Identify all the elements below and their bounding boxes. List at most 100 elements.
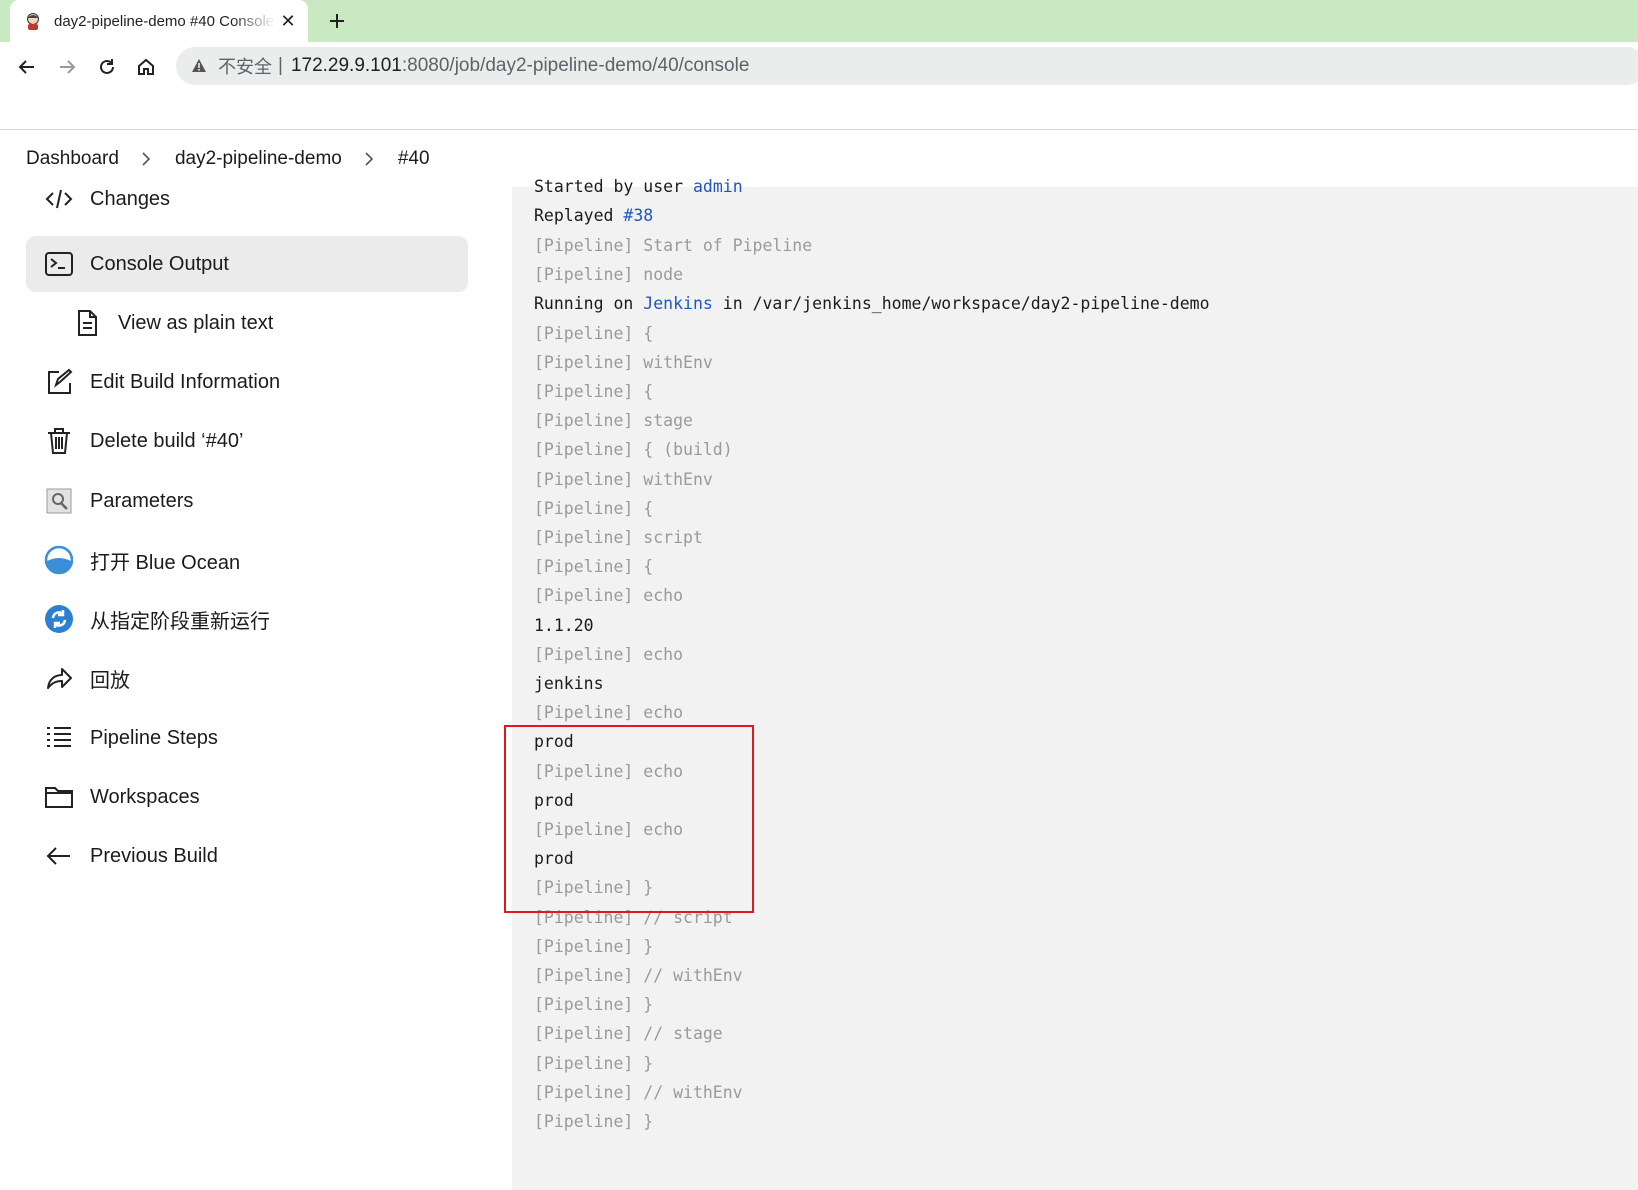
- console-line: [Pipeline] {: [534, 557, 654, 577]
- reload-icon: [100, 59, 114, 74]
- console-line: [Pipeline] }: [534, 936, 654, 956]
- breadcrumb-dashboard[interactable]: Dashboard: [26, 148, 119, 170]
- restart-icon: [44, 604, 74, 634]
- warning-icon: [190, 57, 208, 75]
- sidebar-item-label: Workspaces: [90, 785, 200, 808]
- back-button[interactable]: [12, 52, 42, 82]
- replay-build-link[interactable]: #38: [623, 206, 653, 225]
- console-line: [Pipeline] {: [534, 382, 654, 401]
- url-host: 172.29.9.101: [290, 55, 402, 76]
- sidebar-item-label: 打开 Blue Ocean: [90, 551, 241, 574]
- sidebar-item-delete-build[interactable]: Delete build ‘#40’: [26, 413, 468, 469]
- browser-toolbar: 不安全 | 172.29.9.101 :8080/job/day2-pipeli…: [0, 42, 1638, 130]
- forward-button[interactable]: [52, 52, 82, 82]
- console-line: [Pipeline] node: [534, 265, 684, 285]
- console-line: [Pipeline] }: [534, 995, 654, 1015]
- sidebar-item-restart-from-stage[interactable]: 从指定阶段重新运行: [26, 591, 468, 647]
- console-line: [Pipeline] echo: [534, 586, 684, 606]
- breadcrumb-build[interactable]: #40: [398, 148, 430, 170]
- console-line: [Pipeline] }: [534, 1053, 654, 1073]
- sidebar-item-pipeline-steps[interactable]: Pipeline Steps: [26, 710, 468, 766]
- console-line: [Pipeline] withEnv: [534, 469, 713, 489]
- folder-icon: [44, 782, 74, 812]
- insecure-label[interactable]: 不安全: [218, 53, 272, 79]
- sidebar-item-workspaces[interactable]: Workspaces: [26, 769, 468, 825]
- sidebar-item-label: View as plain text: [118, 311, 274, 334]
- reload-button[interactable]: [92, 52, 122, 82]
- document-icon: [72, 308, 102, 338]
- console-line: [Pipeline] Start of Pipeline: [534, 236, 813, 255]
- console-line: [Pipeline] { (build): [534, 440, 733, 460]
- home-icon: [138, 58, 154, 75]
- sidebar-item-label: Previous Build: [90, 844, 218, 867]
- user-link[interactable]: admin: [693, 177, 743, 196]
- console-line: [Pipeline] }: [534, 878, 654, 898]
- edit-icon: [44, 367, 74, 397]
- sidebar-item-label: Parameters: [90, 489, 194, 512]
- parameters-icon: [44, 486, 74, 516]
- home-button[interactable]: [131, 52, 161, 82]
- console-line: [Pipeline] // withEnv: [534, 1082, 743, 1102]
- console-line: [Pipeline] {: [534, 323, 654, 343]
- sidebar-item-previous-build[interactable]: Previous Build: [26, 828, 468, 884]
- console-line-started-by: Started by user admin: [534, 177, 743, 196]
- sidebar-item-view-plain-text[interactable]: View as plain text: [26, 295, 468, 351]
- sidebar-item-label: Console Output: [90, 252, 229, 275]
- sidebar-item-label: Pipeline Steps: [90, 726, 218, 749]
- console-line: [Pipeline] // withEnv: [534, 966, 743, 985]
- console-line: [Pipeline] script: [534, 528, 703, 547]
- sidebar-item-label: 从指定阶段重新运行: [90, 610, 270, 633]
- arrow-left-icon: [44, 841, 74, 871]
- close-tab-icon[interactable]: ✕: [278, 11, 298, 32]
- sidebar-item-parameters[interactable]: Parameters: [26, 473, 468, 529]
- chevron-right-icon: [364, 152, 374, 166]
- replay-icon: [44, 663, 74, 693]
- console-line: [Pipeline] echo: [534, 703, 684, 723]
- console-line: prod: [534, 790, 574, 810]
- sidebar-item-label: Changes: [90, 187, 171, 210]
- jenkins-favicon-icon: [24, 12, 42, 30]
- blue-ocean-icon: [44, 545, 74, 575]
- terminal-icon: [44, 249, 74, 279]
- sidebar-item-changes[interactable]: Changes: [26, 171, 468, 227]
- sidebar-item-label: 回放: [90, 669, 130, 692]
- sidebar-item-blue-ocean[interactable]: 打开 Blue Ocean: [26, 532, 468, 588]
- console-line-replayed: Replayed #38: [534, 206, 654, 225]
- arrow-forward-icon: [60, 60, 76, 74]
- url-separator: |: [278, 55, 283, 76]
- console-line: [Pipeline] {: [534, 498, 654, 518]
- console-line: [Pipeline] withEnv: [534, 352, 713, 372]
- browser-tabstrip: day2-pipeline-demo #40 Console ✕: [0, 0, 1638, 42]
- console-line: [Pipeline] echo: [534, 761, 684, 781]
- url-path: :8080/job/day2-pipeline-demo/40/console: [401, 55, 750, 76]
- trash-icon: [44, 426, 74, 456]
- sidebar: Changes Console Output View as plain tex…: [0, 187, 512, 1190]
- console-line: prod: [534, 732, 574, 752]
- console-line: prod: [534, 849, 574, 869]
- console-line: [Pipeline] stage: [534, 411, 693, 431]
- browser-tab[interactable]: day2-pipeline-demo #40 Console ✕: [10, 0, 308, 42]
- breadcrumb-job[interactable]: day2-pipeline-demo: [175, 148, 342, 170]
- new-tab-button[interactable]: [324, 8, 350, 34]
- console-line: [Pipeline] echo: [534, 644, 684, 664]
- console-line-running-on: Running on Jenkins in /var/jenkins_home/…: [534, 294, 1210, 314]
- console-line: [Pipeline] echo: [534, 820, 684, 839]
- node-link[interactable]: Jenkins: [643, 294, 713, 313]
- sidebar-item-replay[interactable]: 回放: [26, 650, 468, 706]
- address-bar[interactable]: 不安全 | 172.29.9.101 :8080/job/day2-pipeli…: [176, 47, 1638, 85]
- sidebar-item-label: Delete build ‘#40’: [90, 429, 244, 452]
- console-line: [Pipeline] // stage: [534, 1024, 723, 1044]
- sidebar-item-edit-build-information[interactable]: Edit Build Information: [26, 354, 468, 410]
- arrow-back-icon: [18, 60, 34, 74]
- console-output: Started by user admin Replayed #38 Runni…: [512, 177, 1638, 1190]
- tab-title: day2-pipeline-demo #40 Console: [54, 12, 275, 30]
- console-line: 1.1.20: [534, 615, 594, 635]
- list-icon: [44, 723, 74, 753]
- code-icon: [44, 184, 74, 214]
- console-line: jenkins: [534, 674, 604, 693]
- console-line: [Pipeline] }: [534, 1112, 654, 1131]
- sidebar-item-label: Edit Build Information: [90, 370, 281, 393]
- chevron-right-icon: [141, 152, 151, 166]
- console-line: [Pipeline] // script: [534, 907, 733, 927]
- sidebar-item-console-output[interactable]: Console Output: [26, 236, 468, 292]
